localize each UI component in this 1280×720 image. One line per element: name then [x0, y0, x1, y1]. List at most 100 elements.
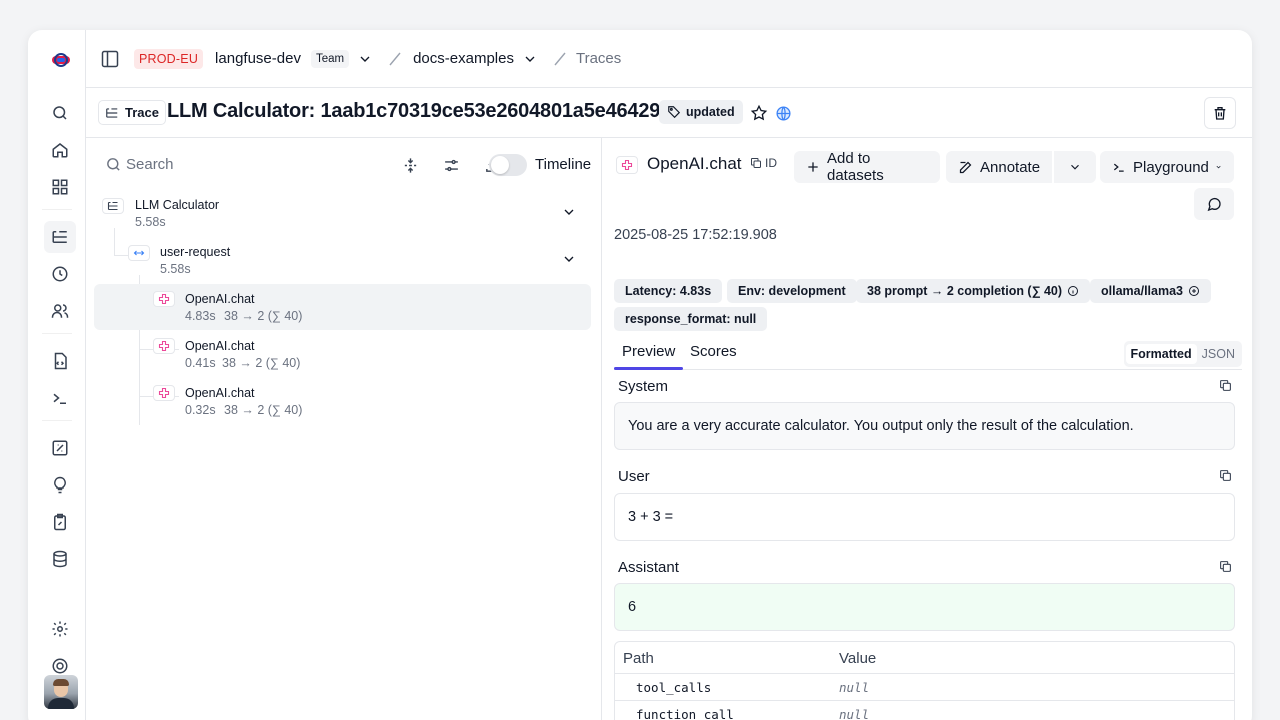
id-label: ID [765, 156, 777, 170]
copy-icon [751, 158, 761, 168]
system-message: You are a very accurate calculator. You … [614, 402, 1235, 450]
breadcrumb-slash-icon [552, 51, 568, 67]
tree-row-span[interactable]: user-request 5.58s [94, 237, 591, 283]
playground-button[interactable]: Playground [1100, 151, 1234, 183]
traces-icon[interactable] [44, 221, 76, 253]
star-icon[interactable] [748, 102, 770, 124]
table-row[interactable]: function_call null [615, 701, 1234, 720]
tree-toolbar: Timeline [86, 138, 601, 190]
copy-icon[interactable] [1219, 379, 1232, 395]
tree-item-latency: 5.58s [135, 215, 166, 229]
sessions-icon[interactable] [44, 258, 76, 290]
tree-item-name: OpenAI.chat [185, 339, 255, 353]
sidebar-toggle-icon[interactable] [98, 47, 122, 71]
comment-button[interactable] [1194, 188, 1234, 220]
search-icon [105, 156, 122, 176]
users-icon[interactable] [44, 295, 76, 327]
chevron-down-icon[interactable] [561, 251, 577, 267]
tag-label: updated [686, 105, 735, 119]
generation-icon [153, 385, 175, 401]
search-input[interactable] [126, 152, 326, 176]
chevron-down-icon[interactable] [561, 204, 577, 220]
response-format-badge: response_format: null [614, 307, 768, 331]
avatar[interactable] [44, 675, 78, 709]
breadcrumb-traces[interactable]: Traces [576, 50, 621, 67]
add-to-datasets-button[interactable]: Add to datasets [794, 150, 940, 184]
span-icon [128, 245, 150, 261]
system-label: System [618, 378, 669, 395]
annotate-dropdown-button[interactable] [1054, 151, 1096, 183]
table-header: Path Value [615, 642, 1234, 674]
delete-button[interactable] [1204, 97, 1236, 129]
scores-icon[interactable] [44, 432, 76, 464]
project-chevron-down-icon[interactable] [522, 51, 538, 67]
app-window: PROD-EU langfuse-dev Team docs-examples … [28, 30, 1252, 720]
dashboard-icon[interactable] [44, 171, 76, 203]
model-badge[interactable]: ollama/llama3 [1090, 279, 1211, 303]
trace-type-label: Trace [125, 105, 159, 120]
org-name[interactable]: langfuse-dev [215, 50, 301, 67]
annotate-button[interactable]: Annotate [946, 151, 1052, 183]
annotation-queue-icon[interactable] [44, 506, 76, 538]
trace-icon [105, 106, 119, 120]
tree-row-generation[interactable]: OpenAI.chat 0.32s 38 → 2 (∑ 40) [94, 378, 591, 424]
latency-badge: Latency: 4.83s [614, 279, 723, 303]
project-name[interactable]: docs-examples [413, 50, 514, 67]
trash-icon [1214, 107, 1226, 120]
collapse-icon[interactable] [399, 154, 421, 176]
langfuse-logo[interactable] [50, 52, 72, 68]
tree-item-latency: 0.32s [185, 403, 216, 417]
tree-row-generation[interactable]: OpenAI.chat 0.41s 38 → 2 (∑ 40) [94, 331, 591, 377]
search-icon[interactable] [44, 97, 76, 129]
tree-item-name: OpenAI.chat [185, 386, 255, 400]
org-chevron-down-icon[interactable] [357, 51, 373, 67]
row-path: tool_calls [636, 680, 712, 695]
env-badge: PROD-EU [134, 48, 204, 69]
terminal-icon [1112, 160, 1126, 174]
tree-item-name: OpenAI.chat [185, 292, 255, 306]
format-toggle: Formatted JSON [1123, 341, 1242, 367]
column-header-value: Value [839, 650, 877, 667]
row-path: function_call [636, 707, 734, 720]
generation-icon [153, 291, 175, 307]
format-json-option[interactable]: JSON [1197, 344, 1240, 364]
column-header-path: Path [623, 650, 654, 667]
info-icon[interactable] [1067, 285, 1079, 297]
comment-icon [1207, 197, 1221, 212]
model-badge-text: ollama/llama3 [1101, 284, 1183, 298]
tree-row-generation[interactable]: OpenAI.chat 4.83s 38 → 2 (∑ 40) [94, 284, 591, 330]
copy-id-button[interactable]: ID [750, 156, 777, 170]
table-row[interactable]: tool_calls null [615, 674, 1234, 701]
playground-label: Playground [1133, 158, 1209, 176]
settings-icon[interactable] [44, 613, 76, 645]
plus-circle-icon [1189, 286, 1199, 296]
playground-icon[interactable] [44, 382, 76, 414]
tree-row-trace[interactable]: LLM Calculator 5.58s [94, 190, 591, 236]
prompts-icon[interactable] [44, 345, 76, 377]
datasets-icon[interactable] [44, 543, 76, 575]
timestamp: 2025-08-25 17:52:19.908 [614, 227, 777, 243]
tag-badge[interactable]: updated [659, 100, 743, 124]
timeline-toggle[interactable] [489, 154, 527, 176]
tree-item-tokens: 38 → 2 (∑ 40) [222, 356, 301, 370]
lightbulb-icon[interactable] [44, 469, 76, 501]
format-formatted-option[interactable]: Formatted [1125, 344, 1197, 364]
assistant-message: 6 [614, 583, 1235, 631]
tree-item-name: user-request [160, 245, 231, 259]
home-icon[interactable] [44, 134, 76, 166]
globe-icon[interactable] [772, 102, 794, 124]
annotate-label: Annotate [980, 158, 1041, 176]
env-badge: Env: development [727, 279, 857, 303]
tag-icon [667, 105, 681, 119]
copy-icon[interactable] [1219, 469, 1232, 485]
tree-item-latency: 4.83s [185, 309, 216, 323]
tab-preview[interactable]: Preview [613, 343, 684, 370]
tab-scores[interactable]: Scores [690, 343, 737, 360]
copy-icon[interactable] [1219, 560, 1232, 576]
edit-icon [958, 160, 973, 175]
trace-tree-panel: Timeline LLM Calculator 5.58s user-reque… [86, 138, 602, 720]
breadcrumb-slash-icon [387, 51, 403, 67]
settings-sliders-icon[interactable] [440, 154, 462, 176]
tree-item-name: LLM Calculator [135, 198, 220, 212]
trace-type-badge: Trace [98, 100, 166, 125]
